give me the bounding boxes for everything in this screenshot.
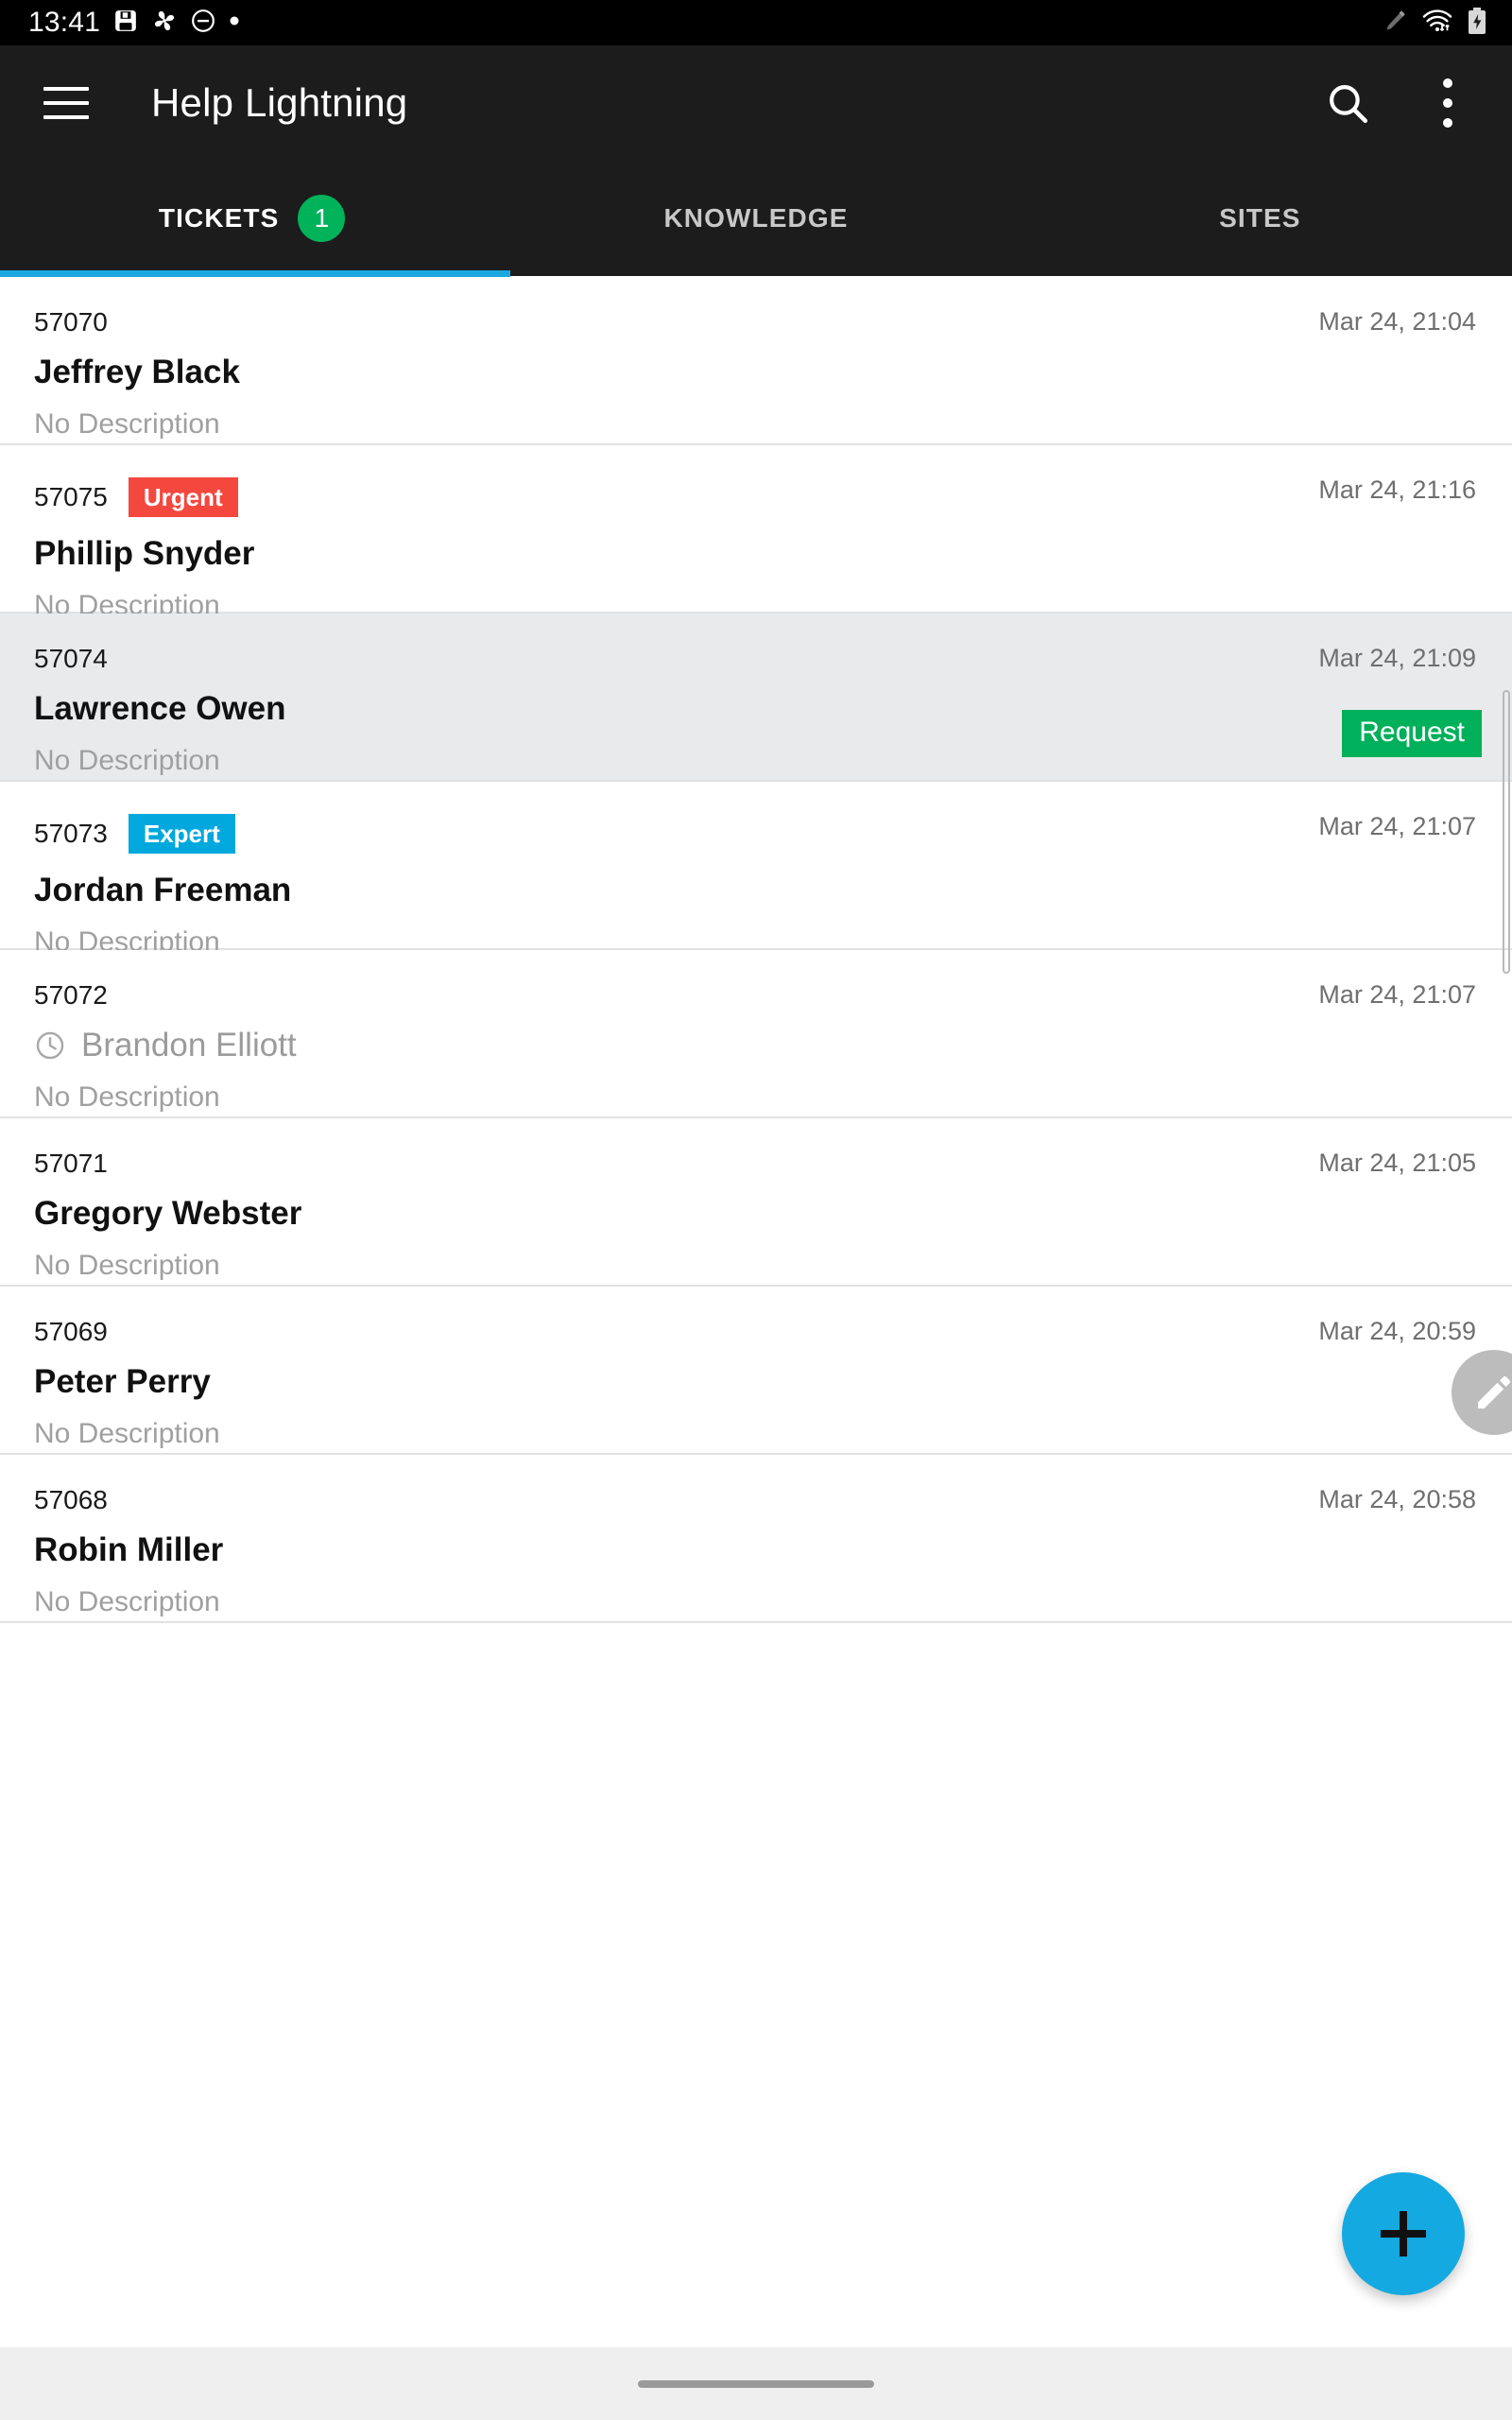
ticket-row[interactable]: 57068 Mar 24, 20:58 Robin Miller No Descrip…	[0, 1455, 1512, 1623]
ticket-id: 57073	[34, 819, 108, 848]
ticket-tag-badge: Expert	[128, 814, 235, 854]
ticket-timestamp: Mar 24, 20:58	[1318, 1485, 1476, 1513]
ticket-timestamp: Mar 24, 21:07	[1318, 980, 1476, 1009]
stylus-icon	[1382, 8, 1408, 39]
ticket-row[interactable]: 57074 Mar 24, 21:09 Lawrence Owen No Descri…	[0, 614, 1512, 782]
status-bar-left: 13:41	[28, 8, 240, 39]
ticket-contact-name: Robin Miller	[34, 1531, 224, 1568]
ticket-timestamp: Mar 24, 21:09	[1318, 644, 1476, 672]
fan-icon	[151, 8, 178, 39]
add-ticket-fab[interactable]	[1342, 2172, 1465, 2295]
ticket-contact-name: Lawrence Owen	[34, 690, 286, 727]
tab-tickets-badge: 1	[298, 195, 346, 242]
overflow-menu-icon[interactable]	[1421, 77, 1474, 130]
ticket-contact-name-row: Peter Perry	[34, 1363, 1478, 1401]
app-screen: 13:41 Help Lightning TICKETS 1 KNOWLEDGE…	[0, 0, 1512, 2420]
battery-charging-icon	[1467, 7, 1487, 40]
ticket-row[interactable]: 57071 Mar 24, 21:05 Gregory Webster No Desc…	[0, 1118, 1512, 1287]
ticket-contact-name-row: Jeffrey Black	[34, 354, 1478, 391]
app-bar: Help Lightning	[0, 45, 1512, 161]
ticket-row[interactable]: 57069 Mar 24, 20:59 Peter Perry No Descript…	[0, 1287, 1512, 1455]
ticket-id: 57075	[34, 482, 108, 511]
tab-knowledge-label: KNOWLEDGE	[663, 203, 849, 233]
pencil-edit-icon	[1478, 1376, 1510, 1409]
ticket-id: 57069	[34, 1317, 108, 1346]
ticket-contact-name-row: Jordan Freeman	[34, 872, 1478, 909]
vertical-scrollbar[interactable]	[1503, 690, 1510, 974]
ticket-description: No Description	[34, 1585, 220, 1617]
hamburger-menu-icon[interactable]	[43, 87, 89, 119]
ticket-timestamp: Mar 24, 21:04	[1318, 307, 1476, 336]
ticket-row[interactable]: 57070 Mar 24, 21:04 Jeffrey Black No Descri…	[0, 277, 1512, 445]
dot-indicator-icon	[229, 14, 240, 31]
app-bar-actions	[1321, 77, 1484, 130]
ticket-row-header: 57071	[34, 1150, 1478, 1177]
ticket-contact-name-row: Gregory Webster	[34, 1195, 1478, 1233]
ticket-contact-name: Jordan Freeman	[34, 872, 292, 908]
home-gesture-handle[interactable]	[638, 2379, 874, 2388]
ticket-row-header: 57072	[34, 982, 1478, 1009]
ticket-contact-name: Brandon Elliott	[81, 1027, 297, 1063]
status-bar: 13:41	[0, 0, 1512, 45]
plus-icon	[1381, 2211, 1426, 2256]
ticket-contact-name-row: Phillip Snyder	[34, 535, 1478, 573]
ticket-row-header: 57069	[34, 1319, 1478, 1345]
ticket-description: No Description	[34, 744, 220, 776]
request-button[interactable]: Request	[1342, 710, 1482, 757]
ticket-row-header: 57070	[34, 309, 1478, 336]
tab-tickets-label: TICKETS	[158, 203, 280, 233]
wifi-icon	[1421, 8, 1453, 39]
ticket-contact-name-row: Brandon Elliott	[34, 1027, 1478, 1064]
ticket-row[interactable]: 57073 Expert Mar 24, 21:07 Jordan Freeman No…	[0, 782, 1512, 958]
ticket-timestamp: Mar 24, 21:16	[1318, 475, 1476, 504]
page-title: Help Lightning	[151, 80, 408, 125]
tab-sites[interactable]: SITES	[1008, 161, 1512, 276]
clock-icon	[36, 1032, 64, 1060]
ticket-list[interactable]: 57070 Mar 24, 21:04 Jeffrey Black No Descri…	[0, 277, 1512, 2347]
ticket-timestamp: Mar 24, 21:05	[1318, 1149, 1476, 1177]
tab-bar: TICKETS 1 KNOWLEDGE SITES	[0, 161, 1512, 276]
ticket-id: 57070	[34, 307, 108, 337]
ticket-description: No Description	[34, 1080, 220, 1113]
ticket-contact-name: Jeffrey Black	[34, 354, 240, 390]
do-not-disturb-icon	[191, 9, 215, 38]
ticket-row[interactable]: 57072 Mar 24, 21:07 Brandon Elliott No Desc…	[0, 950, 1512, 1118]
search-icon[interactable]	[1321, 77, 1374, 130]
status-clock: 13:41	[28, 7, 101, 38]
tab-knowledge[interactable]: KNOWLEDGE	[504, 161, 1007, 276]
system-nav-bar	[0, 2347, 1512, 2420]
ticket-row-header: 57075 Urgent	[34, 477, 1478, 517]
ticket-contact-name: Peter Perry	[34, 1363, 211, 1400]
ticket-contact-name: Phillip Snyder	[34, 535, 255, 572]
ticket-id: 57072	[34, 980, 108, 1010]
ticket-contact-name-row: Lawrence Owen	[34, 690, 1478, 728]
ticket-row-header: 57074	[34, 646, 1478, 672]
ticket-contact-name: Gregory Webster	[34, 1195, 302, 1232]
status-bar-right	[1382, 7, 1487, 40]
ticket-row-header: 57068	[34, 1487, 1478, 1513]
tab-active-indicator	[0, 270, 510, 277]
ticket-description: No Description	[34, 1417, 220, 1449]
ticket-row[interactable]: 57075 Urgent Mar 24, 21:16 Phillip Snyder No…	[0, 445, 1512, 621]
ticket-id: 57071	[34, 1149, 108, 1178]
ticket-description: No Description	[34, 1249, 220, 1281]
screenshot-icon	[113, 9, 138, 38]
ticket-tag-badge: Urgent	[128, 477, 238, 517]
ticket-description: No Description	[34, 407, 220, 440]
ticket-timestamp: Mar 24, 20:59	[1318, 1317, 1476, 1345]
tab-tickets[interactable]: TICKETS 1	[0, 161, 504, 276]
ticket-timestamp: Mar 24, 21:07	[1318, 812, 1476, 840]
ticket-row-header: 57073 Expert	[34, 814, 1478, 854]
tab-sites-label: SITES	[1219, 203, 1301, 233]
ticket-id: 57068	[34, 1485, 108, 1514]
ticket-id: 57074	[34, 644, 108, 673]
ticket-contact-name-row: Robin Miller	[34, 1531, 1478, 1569]
